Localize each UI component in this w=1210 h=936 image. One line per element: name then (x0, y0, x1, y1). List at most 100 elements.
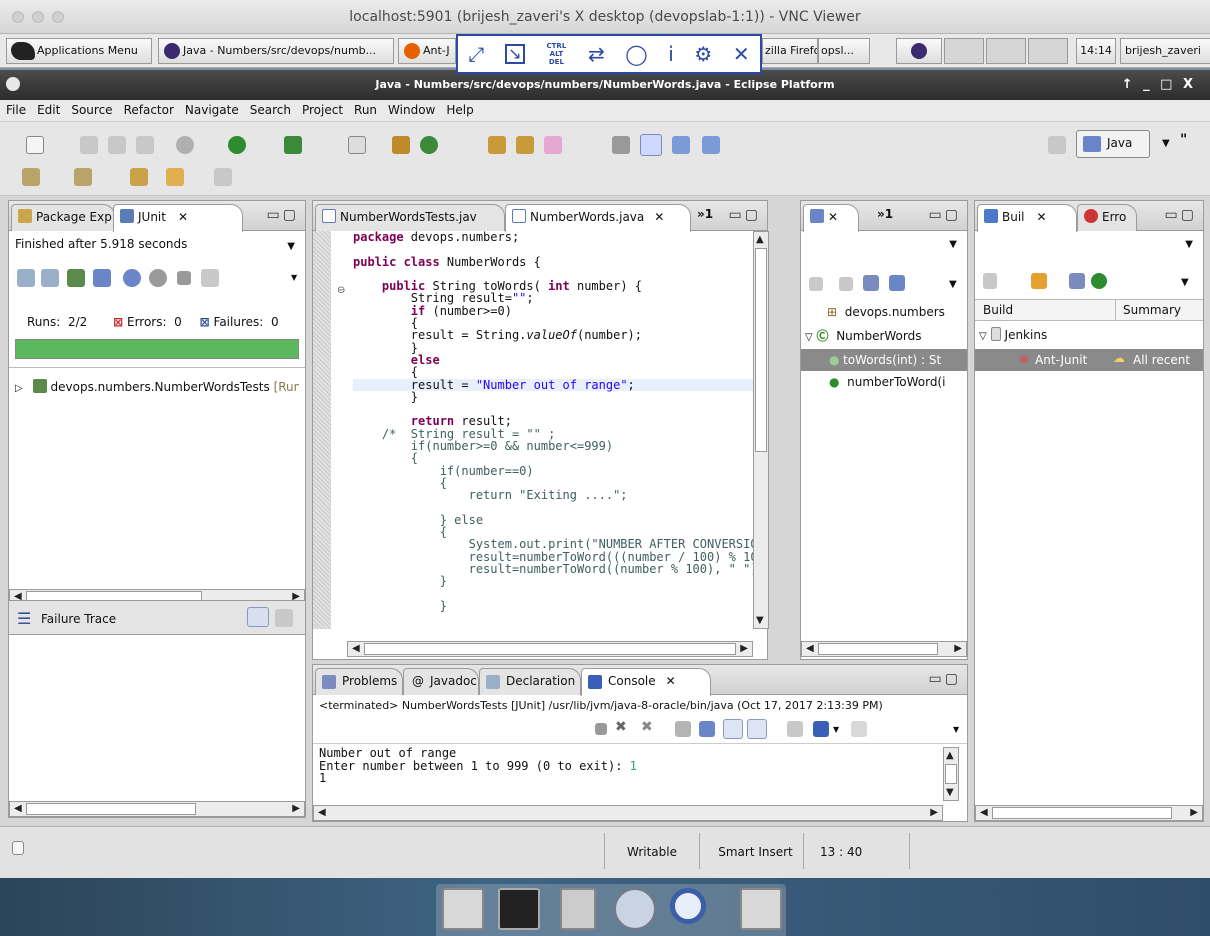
scroll-thumb[interactable] (818, 643, 938, 655)
workspace-4[interactable] (1028, 38, 1068, 64)
tab-package-explorer[interactable]: Package Explor (11, 204, 115, 231)
menu-project[interactable]: Project (296, 100, 348, 117)
scroll-left-icon[interactable]: ◀ (318, 807, 326, 818)
scroll-thumb[interactable] (755, 248, 767, 452)
code-area[interactable]: package devops.numbers; public class Numb… (353, 231, 753, 629)
test-suite-row[interactable]: ▷ devops.numbers.NumberWordsTests [Runn (15, 379, 299, 394)
info-icon[interactable]: i (668, 42, 674, 66)
menu-window[interactable]: Window (382, 100, 440, 117)
console-vertical-scrollbar[interactable]: ▲ ▼ (943, 747, 959, 801)
tab-numberwordstests[interactable]: NumberWordsTests.jav (315, 204, 505, 231)
taskbar-item-firefox[interactable]: zilla Firefox (762, 38, 818, 64)
view-menu-icon[interactable]: ▼ (291, 273, 297, 282)
collapse-icon[interactable]: ▽ (805, 332, 813, 343)
editor-horizontal-scrollbar[interactable]: ◀ ▶ (347, 641, 753, 657)
scroll-left-icon[interactable]: ◀ (352, 643, 360, 654)
scroll-lock-icon[interactable] (699, 721, 715, 737)
minimize-maximize-icon[interactable]: ▭▢ (729, 207, 761, 223)
outline-method-row[interactable]: ● numberToWord(i (829, 375, 945, 389)
display-console-dropdown-icon[interactable]: ▼ (833, 725, 839, 734)
scroll-thumb[interactable] (945, 764, 957, 784)
save-icon[interactable] (80, 136, 98, 154)
compare-result-icon[interactable] (275, 609, 293, 627)
tab-declaration[interactable]: Declaration (479, 668, 581, 695)
taskbar-item-opsl[interactable]: opsl... (818, 38, 870, 64)
builds-scrollbar[interactable]: ◀ ▶ (975, 805, 1203, 821)
web-browser-icon[interactable] (614, 888, 656, 930)
forward-icon[interactable] (214, 168, 232, 186)
scroll-right-icon[interactable]: ▶ (1190, 807, 1198, 818)
outline-filter-menu-icon[interactable]: ▼ (949, 279, 957, 290)
annotation-icon[interactable] (612, 136, 630, 154)
menu-search[interactable]: Search (244, 100, 296, 117)
fold-icon[interactable]: ⊖ (337, 285, 345, 296)
scroll-right-icon[interactable]: ▶ (954, 643, 962, 654)
scroll-left-icon[interactable]: ◀ (806, 643, 814, 654)
minimize-maximize-icon[interactable]: ▭▢ (929, 207, 961, 223)
console-output[interactable]: Number out of range Enter number between … (319, 747, 637, 785)
java-perspective-button[interactable]: Java (1076, 130, 1150, 158)
back-icon[interactable] (166, 168, 184, 186)
close-toolbar-icon[interactable]: ✕ (733, 42, 750, 66)
rerun-test-icon[interactable] (123, 269, 141, 287)
outline-method-row-selected[interactable]: ● toWords(int) : St (801, 349, 967, 371)
build-job-row-selected[interactable]: ⊗ Ant-Junit ☁ All recent (975, 349, 1203, 371)
menu-run[interactable]: Run (348, 100, 382, 117)
scroll-left-icon[interactable]: ◀ (14, 803, 22, 814)
new-class-icon[interactable] (420, 136, 438, 154)
scroll-thumb[interactable] (992, 807, 1172, 819)
remove-launch-icon[interactable]: ✖ (615, 719, 627, 735)
workspace-3[interactable] (986, 38, 1026, 64)
toolbar-overflow-icon[interactable]: " (1180, 132, 1187, 148)
user-name[interactable]: brijesh_zaveri (1120, 38, 1210, 64)
search-icon[interactable] (544, 136, 562, 154)
run-icon[interactable] (228, 136, 246, 154)
mark-occurrences-icon[interactable] (640, 134, 662, 156)
jenkins-server-row[interactable]: ▽ Jenkins (979, 327, 1047, 342)
tab-console[interactable]: Console ✕ (581, 668, 711, 696)
show-on-stderr-icon[interactable] (747, 719, 767, 739)
tab-junit[interactable]: JUnit ✕ (113, 204, 243, 232)
editor-tab-overflow[interactable]: »1 (697, 207, 713, 221)
clock[interactable]: 14:14 (1076, 38, 1116, 64)
filter-stack-icon[interactable] (247, 607, 269, 627)
debug-icon[interactable] (176, 136, 194, 154)
console-horizontal-scrollbar[interactable]: ◀ ▶ (313, 805, 943, 821)
open-perspective-icon[interactable] (1048, 136, 1066, 154)
builds-menu-icon[interactable]: ▼ (1185, 239, 1193, 250)
tab-javadoc[interactable]: @ Javadoc (403, 668, 479, 695)
taskbar-item-eclipse[interactable]: Java - Numbers/src/devops/numb... (158, 38, 394, 64)
scroll-down-icon[interactable]: ▼ (756, 615, 764, 626)
outline-class-row[interactable]: ▽ Ⓒ NumberWords (805, 327, 922, 344)
menu-edit[interactable]: Edit (31, 100, 65, 117)
close-tab-icon[interactable]: ✕ (178, 210, 188, 224)
chat-icon[interactable]: ◯ (625, 42, 647, 66)
fast-view-icon[interactable] (12, 841, 24, 855)
hide-non-public-icon[interactable] (889, 275, 905, 291)
new-icon[interactable] (26, 136, 44, 154)
outline-tab-overflow[interactable]: »1 (877, 207, 893, 221)
builds-toolbar-menu-icon[interactable]: ▼ (1181, 277, 1189, 288)
scroll-right-icon[interactable]: ▶ (930, 807, 938, 818)
sort-icon[interactable] (863, 275, 879, 291)
new-server-icon[interactable] (983, 273, 997, 289)
failure-trace-scrollbar[interactable]: ◀ ▶ (9, 801, 305, 817)
minimize-maximize-icon[interactable]: ▭▢ (929, 671, 961, 687)
terminal-icon[interactable] (498, 888, 540, 930)
new-package-icon[interactable] (392, 136, 410, 154)
outline-package-row[interactable]: ⊞ devops.numbers (827, 305, 945, 319)
open-console-icon[interactable] (851, 721, 867, 737)
block-selection-icon[interactable] (672, 136, 690, 154)
clear-console-icon[interactable] (675, 721, 691, 737)
expand-icon[interactable]: ▷ (15, 383, 23, 394)
scroll-right-icon[interactable]: ▶ (740, 643, 748, 654)
outline-scrollbar[interactable]: ◀ ▶ (801, 641, 967, 657)
show-on-stdout-icon[interactable] (723, 719, 743, 739)
workspace-2[interactable] (944, 38, 984, 64)
show-failures-only-icon[interactable] (67, 269, 85, 287)
tab-builds[interactable]: Buil ✕ (977, 204, 1077, 232)
run-build-icon[interactable] (1091, 273, 1107, 289)
open-task-icon[interactable] (516, 136, 534, 154)
remove-all-icon[interactable]: ✖ (641, 719, 653, 735)
scroll-right-icon[interactable]: ▶ (292, 803, 300, 814)
